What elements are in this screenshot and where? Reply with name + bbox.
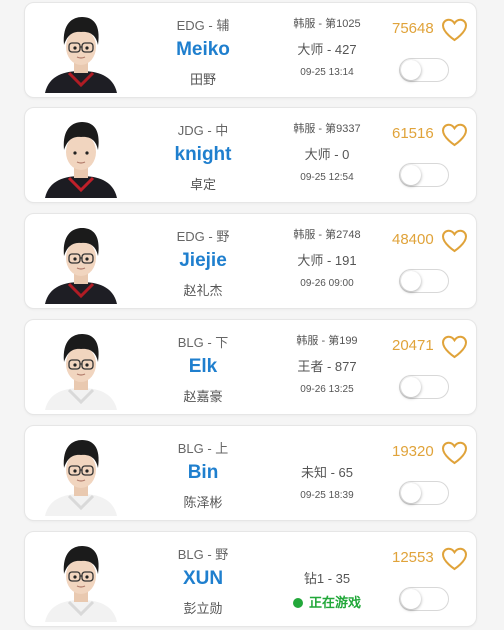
last-updated: 09-25 18:39 <box>300 490 354 501</box>
tier-points: 大师 - 0 <box>304 147 350 162</box>
player-list: EDG - 辅 Meiko 田野 韩服 - 第1025 大师 - 427 09-… <box>0 0 504 630</box>
heart-icon[interactable] <box>441 18 468 42</box>
player-name[interactable]: Bin <box>143 462 263 484</box>
live-dot-icon <box>292 598 303 608</box>
avatar <box>41 220 121 304</box>
last-updated: 09-25 13:14 <box>300 67 354 78</box>
heart-icon[interactable] <box>441 547 468 571</box>
tier-points: 大师 - 427 <box>297 42 357 57</box>
real-name: 陈泽彬 <box>183 495 223 510</box>
real-name: 彭立勋 <box>183 601 223 616</box>
last-updated: 09-25 12:54 <box>300 172 354 183</box>
server-rank: 韩服 - 第9337 <box>293 123 361 135</box>
live-status: 正在游戏 <box>277 592 377 611</box>
player-card[interactable]: BLG - 下 Elk 赵嘉豪 韩服 - 第199 王者 - 877 09-26… <box>24 319 477 415</box>
player-card[interactable]: EDG - 野 Jiejie 赵礼杰 韩服 - 第2748 大师 - 191 0… <box>24 213 477 309</box>
toggle-knob <box>401 271 421 291</box>
like-count: 75648 <box>392 20 434 37</box>
avatar <box>41 9 121 93</box>
toggle-knob <box>401 589 421 609</box>
avatar <box>41 432 121 516</box>
tier-points: 未知 - 65 <box>300 465 353 480</box>
real-name: 卓定 <box>189 177 216 192</box>
toggle-knob <box>401 165 421 185</box>
heart-icon[interactable] <box>441 441 468 465</box>
player-name[interactable]: XUN <box>143 568 263 590</box>
heart-icon[interactable] <box>441 229 468 253</box>
like-count: 48400 <box>392 231 434 248</box>
tier-points: 钻1 - 35 <box>303 571 351 586</box>
follow-toggle[interactable] <box>399 58 449 82</box>
heart-icon[interactable] <box>441 123 468 147</box>
tier-points: 王者 - 877 <box>297 359 357 374</box>
toggle-knob <box>401 377 421 397</box>
real-name: 赵嘉豪 <box>183 389 223 404</box>
player-name[interactable]: Elk <box>143 356 263 378</box>
player-card[interactable]: JDG - 中 knight 卓定 韩服 - 第9337 大师 - 0 09-2… <box>24 107 477 203</box>
avatar <box>41 326 121 410</box>
team-position: EDG - 野 <box>176 229 230 244</box>
team-position: BLG - 下 <box>177 335 229 350</box>
player-card[interactable]: BLG - 野 XUN 彭立勋 钻1 - 35 正在游戏 12553 <box>24 531 477 627</box>
like-count: 19320 <box>392 443 434 460</box>
team-position: EDG - 辅 <box>176 18 230 33</box>
follow-toggle[interactable] <box>399 481 449 505</box>
last-updated: 09-26 09:00 <box>300 278 354 289</box>
follow-toggle[interactable] <box>399 163 449 187</box>
real-name: 赵礼杰 <box>183 283 223 298</box>
player-name[interactable]: Meiko <box>143 39 263 61</box>
avatar <box>41 538 121 622</box>
team-position: BLG - 上 <box>177 441 229 456</box>
server-rank: 韩服 - 第2748 <box>293 229 361 241</box>
tier-points: 大师 - 191 <box>297 253 357 268</box>
team-position: BLG - 野 <box>177 547 229 562</box>
player-name[interactable]: Jiejie <box>143 250 263 272</box>
follow-toggle[interactable] <box>399 375 449 399</box>
team-position: JDG - 中 <box>177 123 229 138</box>
last-updated: 09-26 13:25 <box>300 384 354 395</box>
player-card[interactable]: EDG - 辅 Meiko 田野 韩服 - 第1025 大师 - 427 09-… <box>24 2 477 98</box>
server-rank: 韩服 - 第1025 <box>293 18 361 30</box>
live-status-label: 正在游戏 <box>308 595 361 610</box>
like-count: 12553 <box>392 549 434 566</box>
avatar <box>41 114 121 198</box>
like-count: 61516 <box>392 125 434 142</box>
heart-icon[interactable] <box>441 335 468 359</box>
follow-toggle[interactable] <box>399 269 449 293</box>
like-count: 20471 <box>392 337 434 354</box>
server-rank: 韩服 - 第199 <box>296 335 358 347</box>
toggle-knob <box>401 60 421 80</box>
follow-toggle[interactable] <box>399 587 449 611</box>
player-card[interactable]: BLG - 上 Bin 陈泽彬 未知 - 65 09-25 18:39 1932… <box>24 425 477 521</box>
toggle-knob <box>401 483 421 503</box>
player-name[interactable]: knight <box>143 144 263 166</box>
real-name: 田野 <box>189 72 216 87</box>
